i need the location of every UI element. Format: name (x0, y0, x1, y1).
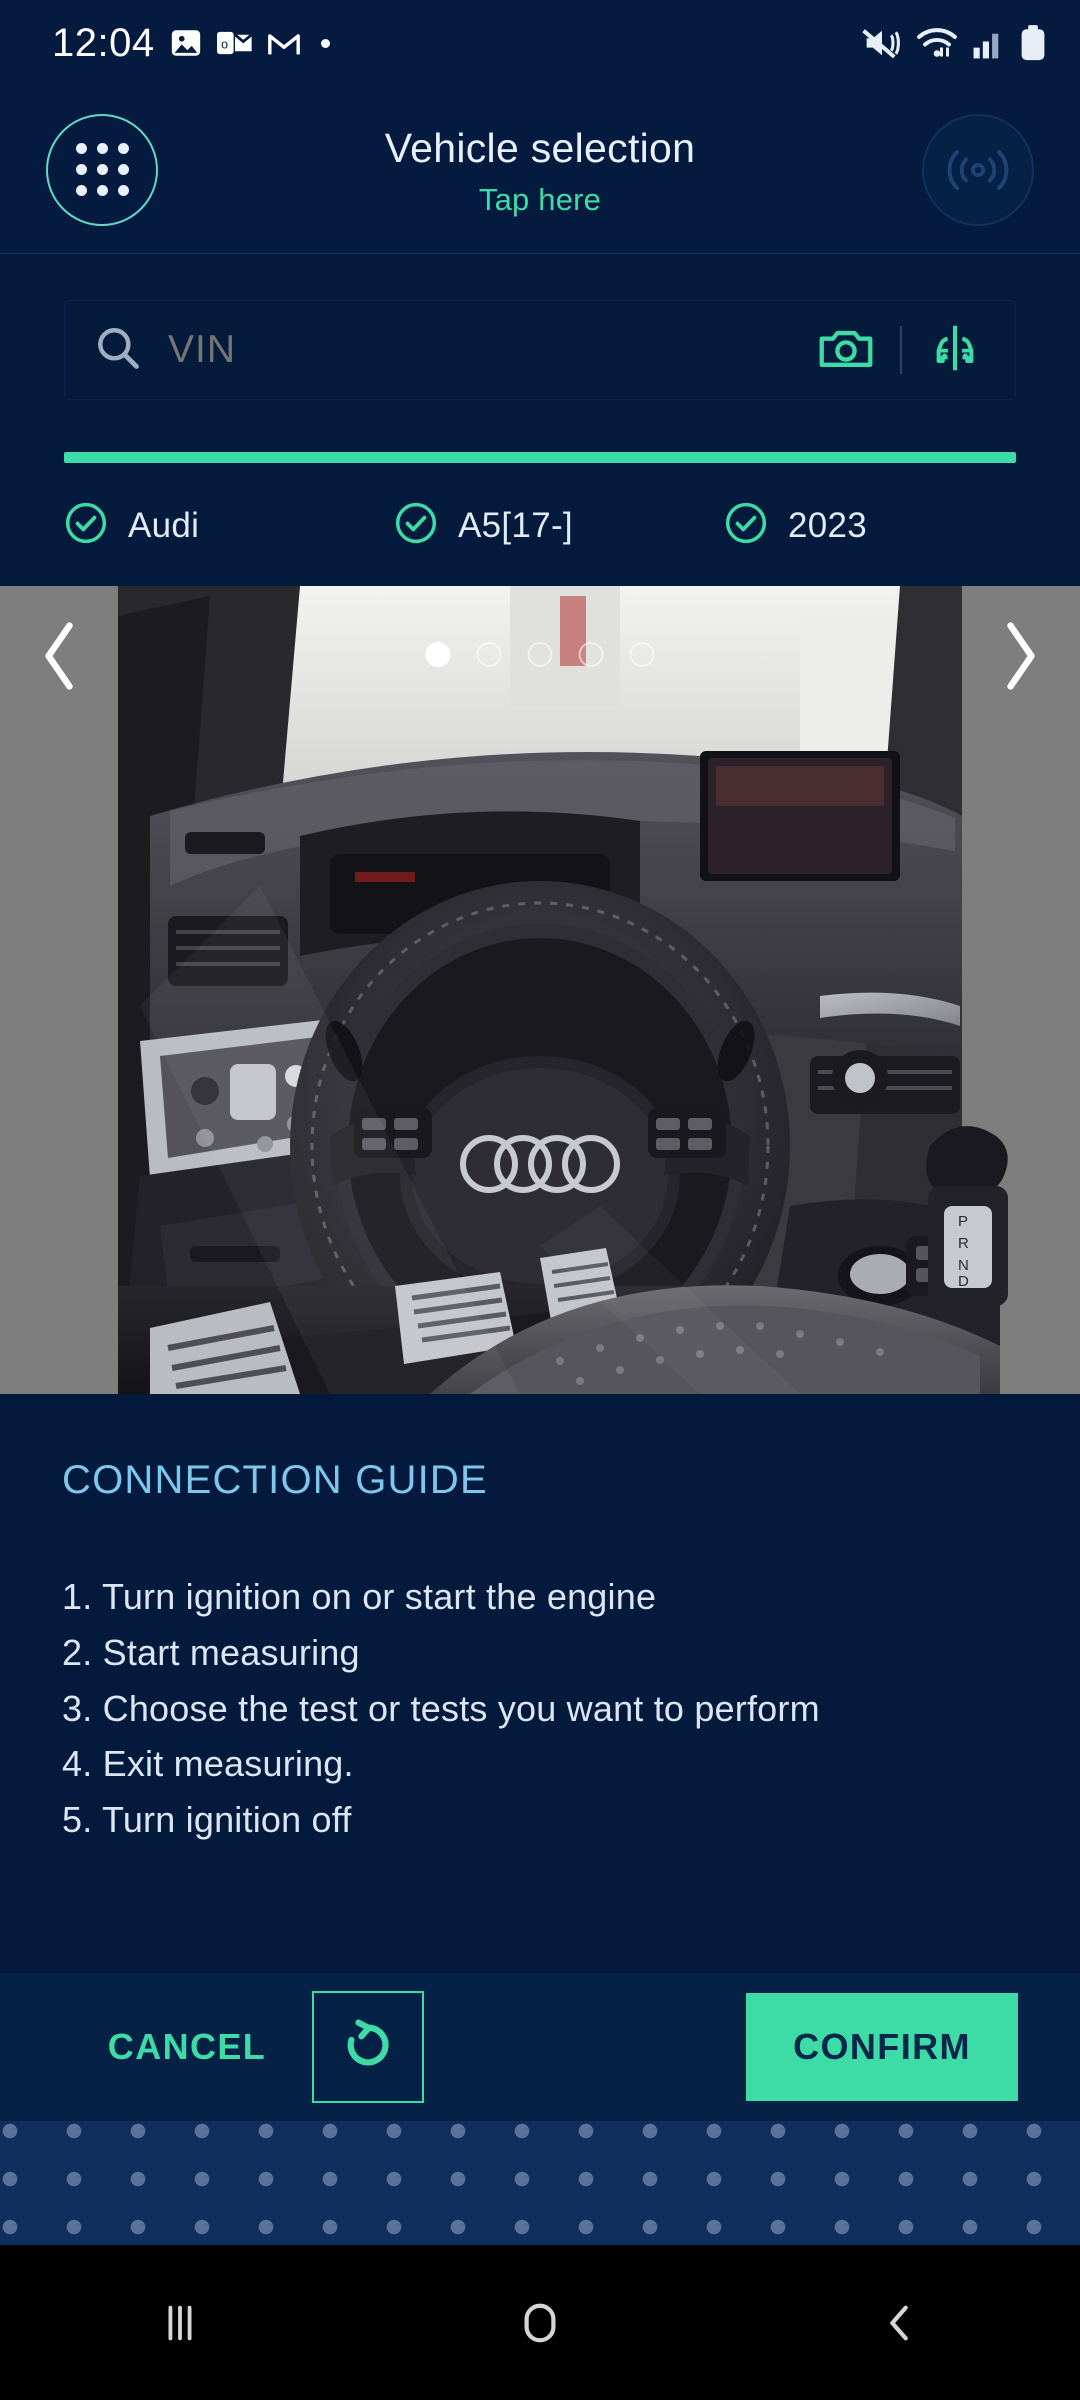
search-divider (900, 326, 902, 374)
connection-guide-title: CONNECTION GUIDE (62, 1458, 488, 1502)
wireless-connection-icon[interactable] (922, 113, 1034, 226)
vehicle-image-carousel[interactable]: S PRND (0, 586, 1080, 1394)
search-section (0, 254, 1080, 400)
search-icon (94, 324, 142, 377)
connection-guide-steps: 1. Turn ignition on or start the engine … (62, 1569, 1018, 1848)
guide-step: 4. Exit measuring. (62, 1743, 354, 1785)
recents-icon[interactable] (110, 2273, 250, 2373)
page-title: Vehicle selection (384, 125, 696, 171)
confirm-button[interactable]: CONFIRM (746, 1993, 1018, 2101)
carousel-dot[interactable] (425, 642, 451, 667)
camera-icon[interactable] (818, 325, 874, 376)
guide-step: 1. Turn ignition on or start the engine (62, 1576, 657, 1617)
home-icon[interactable] (470, 2273, 610, 2373)
gmail-icon (267, 28, 301, 58)
carousel-dot[interactable] (578, 642, 604, 667)
app-header: Vehicle selection Tap here (0, 86, 1080, 254)
chip-label: A5[17-] (458, 505, 573, 545)
vehicle-scan-icon[interactable] (928, 322, 982, 379)
selection-chip-model[interactable]: A5[17-] (394, 501, 724, 550)
guide-step: 5. Turn ignition off (62, 1799, 352, 1841)
back-icon[interactable] (830, 2273, 970, 2373)
selection-progress-bar (64, 452, 1016, 463)
outlook-icon: o (216, 27, 253, 59)
status-bar-right (862, 25, 1046, 61)
dot-pattern (0, 2121, 1080, 2245)
check-circle-icon (64, 501, 108, 550)
mute-vibrate-icon (862, 26, 902, 60)
action-bar: CANCEL CONFIRM (0, 1973, 1080, 2121)
android-nav-bar (0, 2245, 1080, 2400)
photos-icon (169, 26, 203, 60)
header-text-block: Vehicle selection Tap here (158, 125, 922, 218)
cellular-signal-icon (972, 27, 1006, 59)
check-circle-icon (394, 501, 438, 550)
grid-dots (75, 143, 129, 196)
vehicle-interior-photo: S PRND (0, 586, 1080, 1394)
app-grid-icon[interactable] (46, 113, 158, 226)
reset-button[interactable] (312, 1991, 424, 2103)
status-bar: 12:04 o (0, 0, 1080, 86)
selection-chip-make[interactable]: Audi (64, 501, 394, 550)
vehicle-selection-chips: Audi A5[17-] 2023 (64, 501, 1016, 550)
battery-icon (1020, 25, 1046, 61)
carousel-dot[interactable] (629, 642, 655, 667)
decorative-dot-band (0, 2121, 1080, 2245)
chevron-left-icon (45, 622, 73, 690)
guide-step: 2. Start measuring (62, 1631, 360, 1673)
vin-search-bar[interactable] (64, 300, 1016, 400)
svg-text:P: P (958, 1213, 968, 1230)
connection-guide-section: CONNECTION GUIDE 1. Turn ignition on or … (0, 1394, 1080, 1848)
carousel-dot[interactable] (476, 642, 502, 667)
svg-text:D: D (958, 1273, 969, 1290)
status-bar-clock: 12:04 (52, 20, 155, 65)
guide-step: 3. Choose the test or tests you want to … (62, 1687, 820, 1729)
carousel-pagination-dots[interactable] (425, 642, 655, 667)
carousel-prev-button[interactable] (0, 586, 120, 726)
svg-text:R: R (958, 1235, 969, 1252)
carousel-dot[interactable] (527, 642, 553, 667)
chip-label: Audi (128, 505, 200, 545)
svg-text:N: N (958, 1257, 969, 1274)
carousel-next-button[interactable] (960, 586, 1080, 726)
header-subtitle-tap-here[interactable]: Tap here (158, 182, 922, 218)
check-circle-icon (724, 501, 768, 550)
svg-text:o: o (221, 38, 228, 52)
chevron-right-icon (1007, 622, 1035, 690)
cancel-button[interactable]: CANCEL (62, 2026, 312, 2068)
chip-label: 2023 (788, 505, 868, 545)
selection-chip-year[interactable]: 2023 (724, 501, 867, 550)
more-dot-icon (320, 38, 330, 48)
status-bar-left: 12:04 o (52, 21, 330, 66)
refresh-icon (339, 2016, 397, 2079)
search-input[interactable] (168, 328, 818, 372)
wifi-icon (916, 26, 958, 60)
